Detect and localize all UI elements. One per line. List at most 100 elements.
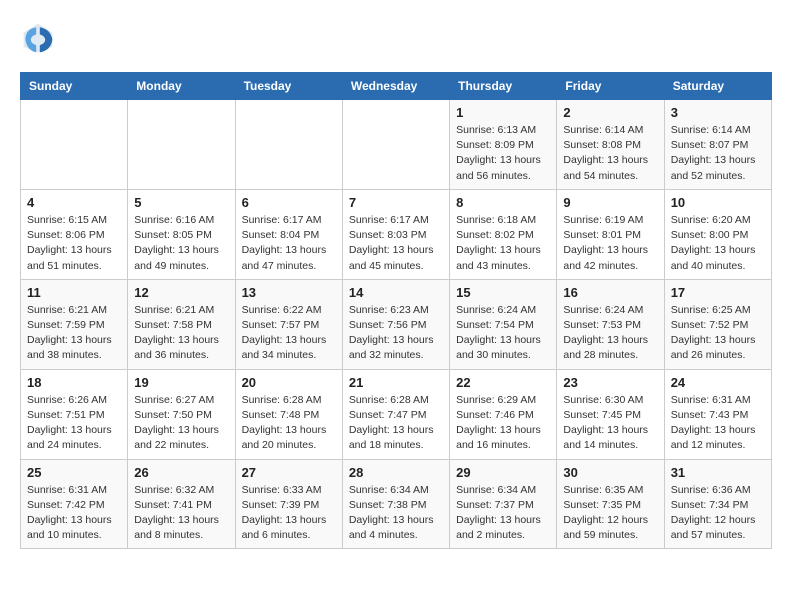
day-number: 1 <box>456 105 550 120</box>
day-info: Sunrise: 6:29 AM Sunset: 7:46 PM Dayligh… <box>456 393 550 454</box>
day-info: Sunrise: 6:24 AM Sunset: 7:53 PM Dayligh… <box>563 303 657 364</box>
week-row-2: 4Sunrise: 6:15 AM Sunset: 8:06 PM Daylig… <box>21 189 772 279</box>
day-info: Sunrise: 6:17 AM Sunset: 8:04 PM Dayligh… <box>242 213 336 274</box>
day-info: Sunrise: 6:32 AM Sunset: 7:41 PM Dayligh… <box>134 483 228 544</box>
day-number: 22 <box>456 375 550 390</box>
page-header <box>20 20 772 56</box>
column-header-monday: Monday <box>128 73 235 100</box>
column-header-wednesday: Wednesday <box>342 73 449 100</box>
day-number: 10 <box>671 195 765 210</box>
logo-icon <box>20 20 56 56</box>
day-info: Sunrise: 6:28 AM Sunset: 7:47 PM Dayligh… <box>349 393 443 454</box>
day-info: Sunrise: 6:14 AM Sunset: 8:07 PM Dayligh… <box>671 123 765 184</box>
day-number: 24 <box>671 375 765 390</box>
day-info: Sunrise: 6:34 AM Sunset: 7:37 PM Dayligh… <box>456 483 550 544</box>
day-info: Sunrise: 6:22 AM Sunset: 7:57 PM Dayligh… <box>242 303 336 364</box>
day-number: 31 <box>671 465 765 480</box>
day-info: Sunrise: 6:19 AM Sunset: 8:01 PM Dayligh… <box>563 213 657 274</box>
day-number: 11 <box>27 285 121 300</box>
calendar-cell: 21 Sunrise: 6:28 AM Sunset: 7:47 PM Dayli… <box>342 369 449 459</box>
column-header-sunday: Sunday <box>21 73 128 100</box>
calendar-cell <box>128 100 235 190</box>
calendar-cell: 22 Sunrise: 6:29 AM Sunset: 7:46 PM Dayli… <box>450 369 557 459</box>
day-info: Sunrise: 6:13 AM Sunset: 8:09 PM Dayligh… <box>456 123 550 184</box>
day-number: 23 <box>563 375 657 390</box>
day-number: 30 <box>563 465 657 480</box>
calendar-cell: 24 Sunrise: 6:31 AM Sunset: 7:43 PM Dayli… <box>664 369 771 459</box>
day-info: Sunrise: 6:28 AM Sunset: 7:48 PM Dayligh… <box>242 393 336 454</box>
day-info: Sunrise: 6:14 AM Sunset: 8:08 PM Dayligh… <box>563 123 657 184</box>
day-number: 2 <box>563 105 657 120</box>
calendar-cell: 8 Sunrise: 6:18 AM Sunset: 8:02 PM Daylig… <box>450 189 557 279</box>
day-number: 16 <box>563 285 657 300</box>
calendar-header-row: SundayMondayTuesdayWednesdayThursdayFrid… <box>21 73 772 100</box>
calendar-cell: 30Sunrise: 6:35 AM Sunset: 7:35 PM Dayli… <box>557 459 664 549</box>
calendar-cell: 25 Sunrise: 6:31 AM Sunset: 7:42 PM Dayli… <box>21 459 128 549</box>
day-number: 20 <box>242 375 336 390</box>
calendar-cell: 12 Sunrise: 6:21 AM Sunset: 7:58 PM Dayli… <box>128 279 235 369</box>
day-number: 25 <box>27 465 121 480</box>
calendar-cell: 15Sunrise: 6:24 AM Sunset: 7:54 PM Dayli… <box>450 279 557 369</box>
day-info: Sunrise: 6:26 AM Sunset: 7:51 PM Dayligh… <box>27 393 121 454</box>
day-info: Sunrise: 6:21 AM Sunset: 7:59 PM Dayligh… <box>27 303 121 364</box>
day-number: 17 <box>671 285 765 300</box>
day-number: 26 <box>134 465 228 480</box>
day-number: 8 <box>456 195 550 210</box>
day-info: Sunrise: 6:23 AM Sunset: 7:56 PM Dayligh… <box>349 303 443 364</box>
day-number: 12 <box>134 285 228 300</box>
calendar-cell: 1 Sunrise: 6:13 AM Sunset: 8:09 PM Daylig… <box>450 100 557 190</box>
calendar-cell: 16 Sunrise: 6:24 AM Sunset: 7:53 PM Dayli… <box>557 279 664 369</box>
calendar-cell <box>21 100 128 190</box>
calendar-cell: 27 Sunrise: 6:33 AM Sunset: 7:39 PM Dayli… <box>235 459 342 549</box>
calendar-cell: 2 Sunrise: 6:14 AM Sunset: 8:08 PM Daylig… <box>557 100 664 190</box>
day-info: Sunrise: 6:33 AM Sunset: 7:39 PM Dayligh… <box>242 483 336 544</box>
calendar-cell: 20 Sunrise: 6:28 AM Sunset: 7:48 PM Dayli… <box>235 369 342 459</box>
calendar-cell: 14 Sunrise: 6:23 AM Sunset: 7:56 PM Dayli… <box>342 279 449 369</box>
day-info: Sunrise: 6:18 AM Sunset: 8:02 PM Dayligh… <box>456 213 550 274</box>
day-number: 7 <box>349 195 443 210</box>
day-info: Sunrise: 6:16 AM Sunset: 8:05 PM Dayligh… <box>134 213 228 274</box>
day-info: Sunrise: 6:20 AM Sunset: 8:00 PM Dayligh… <box>671 213 765 274</box>
day-info: Sunrise: 6:36 AM Sunset: 7:34 PM Dayligh… <box>671 483 765 544</box>
week-row-3: 11 Sunrise: 6:21 AM Sunset: 7:59 PM Dayli… <box>21 279 772 369</box>
day-number: 28 <box>349 465 443 480</box>
column-header-saturday: Saturday <box>664 73 771 100</box>
calendar-cell: 19Sunrise: 6:27 AM Sunset: 7:50 PM Dayli… <box>128 369 235 459</box>
day-number: 9 <box>563 195 657 210</box>
day-number: 27 <box>242 465 336 480</box>
day-number: 14 <box>349 285 443 300</box>
calendar-cell: 17 Sunrise: 6:25 AM Sunset: 7:52 PM Dayli… <box>664 279 771 369</box>
day-number: 13 <box>242 285 336 300</box>
column-header-thursday: Thursday <box>450 73 557 100</box>
day-number: 21 <box>349 375 443 390</box>
day-info: Sunrise: 6:31 AM Sunset: 7:42 PM Dayligh… <box>27 483 121 544</box>
week-row-4: 18 Sunrise: 6:26 AM Sunset: 7:51 PM Dayli… <box>21 369 772 459</box>
calendar-cell: 3 Sunrise: 6:14 AM Sunset: 8:07 PM Daylig… <box>664 100 771 190</box>
day-number: 3 <box>671 105 765 120</box>
day-info: Sunrise: 6:15 AM Sunset: 8:06 PM Dayligh… <box>27 213 121 274</box>
day-number: 5 <box>134 195 228 210</box>
calendar-cell: 11 Sunrise: 6:21 AM Sunset: 7:59 PM Dayli… <box>21 279 128 369</box>
calendar-cell: 31 Sunrise: 6:36 AM Sunset: 7:34 PM Dayli… <box>664 459 771 549</box>
day-info: Sunrise: 6:25 AM Sunset: 7:52 PM Dayligh… <box>671 303 765 364</box>
calendar-cell: 9 Sunrise: 6:19 AM Sunset: 8:01 PM Daylig… <box>557 189 664 279</box>
calendar-cell: 23 Sunrise: 6:30 AM Sunset: 7:45 PM Dayli… <box>557 369 664 459</box>
day-info: Sunrise: 6:31 AM Sunset: 7:43 PM Dayligh… <box>671 393 765 454</box>
day-number: 18 <box>27 375 121 390</box>
day-info: Sunrise: 6:30 AM Sunset: 7:45 PM Dayligh… <box>563 393 657 454</box>
day-info: Sunrise: 6:21 AM Sunset: 7:58 PM Dayligh… <box>134 303 228 364</box>
day-info: Sunrise: 6:17 AM Sunset: 8:03 PM Dayligh… <box>349 213 443 274</box>
logo <box>20 20 62 56</box>
calendar-cell: 10 Sunrise: 6:20 AM Sunset: 8:00 PM Dayli… <box>664 189 771 279</box>
day-number: 19 <box>134 375 228 390</box>
calendar-cell: 5 Sunrise: 6:16 AM Sunset: 8:05 PM Daylig… <box>128 189 235 279</box>
week-row-5: 25 Sunrise: 6:31 AM Sunset: 7:42 PM Dayli… <box>21 459 772 549</box>
day-info: Sunrise: 6:34 AM Sunset: 7:38 PM Dayligh… <box>349 483 443 544</box>
day-number: 15 <box>456 285 550 300</box>
column-header-tuesday: Tuesday <box>235 73 342 100</box>
calendar-cell: 28 Sunrise: 6:34 AM Sunset: 7:38 PM Dayli… <box>342 459 449 549</box>
calendar-table: SundayMondayTuesdayWednesdayThursdayFrid… <box>20 72 772 549</box>
calendar-cell: 13 Sunrise: 6:22 AM Sunset: 7:57 PM Dayli… <box>235 279 342 369</box>
calendar-cell: 7 Sunrise: 6:17 AM Sunset: 8:03 PM Daylig… <box>342 189 449 279</box>
calendar-cell: 29Sunrise: 6:34 AM Sunset: 7:37 PM Dayli… <box>450 459 557 549</box>
